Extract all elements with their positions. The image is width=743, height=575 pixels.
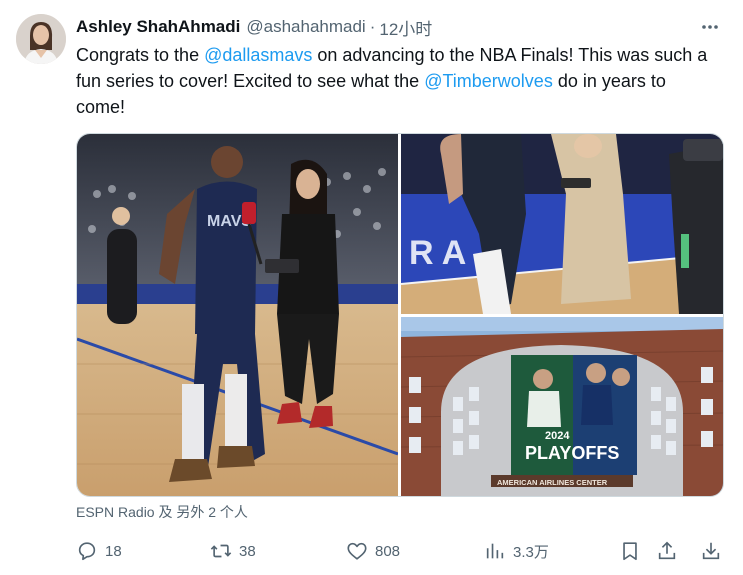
views-icon — [486, 543, 504, 559]
timestamp[interactable]: 12小时 — [379, 15, 432, 40]
like-icon — [347, 542, 367, 560]
retweet-count: 38 — [239, 542, 256, 560]
mention-timberwolves[interactable]: @Timberwolves — [424, 71, 553, 91]
reply-count: 18 — [105, 542, 122, 560]
arena-photo: 2024 PLAYOFFS AMERICAN AIRLINES CENTER — [401, 317, 723, 496]
reply-icon — [78, 542, 96, 561]
banner-title: PLAYOFFS — [525, 443, 619, 463]
avatar[interactable] — [16, 14, 66, 64]
bookmark-button[interactable] — [619, 538, 641, 564]
media-photo-sideline[interactable]: R A — [401, 134, 723, 314]
share-button[interactable] — [656, 538, 678, 564]
media-photo-arena[interactable]: 2024 PLAYOFFS AMERICAN AIRLINES CENTER — [401, 317, 723, 496]
display-name[interactable]: Ashley ShahAhmadi — [76, 17, 240, 37]
media-photo-interview[interactable]: MAVS — [77, 134, 398, 496]
media-tagged-users[interactable]: ESPN Radio 及 另外 2 个人 — [76, 502, 248, 522]
action-bar: 18 38 808 3.3万 — [76, 538, 726, 564]
retweet-button[interactable]: 38 — [210, 538, 256, 564]
bookmark-icon — [623, 542, 637, 561]
avatar-image — [16, 14, 66, 64]
svg-text:R A: R A — [409, 234, 466, 272]
tweet-header: Ashley ShahAhmadi @ashahahmadi · 12小时 — [76, 14, 723, 40]
arena-sign: AMERICAN AIRLINES CENTER — [497, 478, 608, 487]
like-button[interactable]: 808 — [346, 538, 400, 564]
tweet-text-part: Congrats to the — [76, 45, 205, 65]
views-button[interactable]: 3.3万 — [484, 538, 549, 564]
share-icon — [658, 541, 676, 560]
like-count: 808 — [375, 542, 401, 560]
mention-dallasmavs[interactable]: @dallasmavs — [204, 45, 312, 65]
banner-year: 2024 — [545, 430, 570, 442]
user-handle[interactable]: @ashahahmadi — [246, 17, 365, 37]
media-grid: MAVS R A 2024 PLAYOFFS AMERICAN AIRLINES… — [76, 133, 724, 497]
more-icon — [702, 25, 718, 29]
download-icon — [702, 542, 720, 560]
tweet-text: Congrats to the @dallasmavs on advancing… — [76, 42, 716, 120]
views-count: 3.3万 — [513, 543, 549, 561]
reply-button[interactable]: 18 — [76, 538, 122, 564]
sideline-photo: R A — [401, 134, 723, 314]
separator-dot: · — [369, 17, 376, 36]
more-button[interactable] — [697, 14, 723, 40]
interview-photo: MAVS — [77, 134, 398, 496]
download-button[interactable] — [700, 538, 722, 564]
retweet-icon — [210, 544, 232, 558]
